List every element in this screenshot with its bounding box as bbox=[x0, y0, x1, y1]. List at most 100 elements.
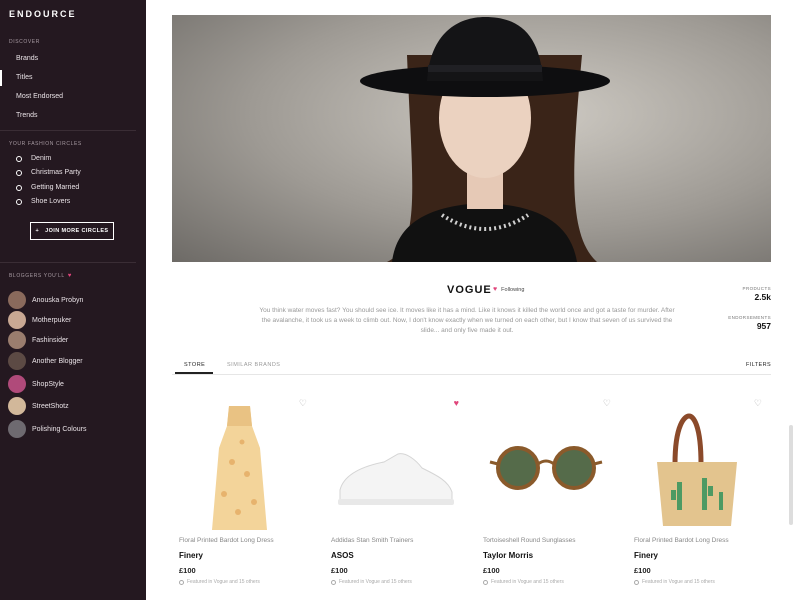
following-toggle[interactable]: ♥ Following bbox=[493, 286, 524, 293]
filters-button[interactable]: FILTERS bbox=[746, 362, 771, 368]
products-value: 2.5k bbox=[754, 292, 771, 302]
featured-note: Featured in Vogue and 15 others bbox=[179, 579, 260, 585]
bloggers-section-title: BLOGGERS YOU'LL ♥ bbox=[9, 273, 72, 279]
featured-text: Featured in Vogue and 15 others bbox=[491, 579, 564, 585]
neck-shape bbox=[467, 173, 503, 209]
blogger-item[interactable]: Another Blogger bbox=[8, 352, 83, 370]
hat-band-shape bbox=[428, 65, 542, 72]
product-price: £100 bbox=[331, 566, 348, 575]
avatar bbox=[8, 420, 26, 438]
bag-body-shape bbox=[657, 462, 737, 526]
blogger-item[interactable]: Motherpuker bbox=[8, 311, 71, 329]
product-card[interactable]: ♡ Floral Printed Bardot Long Dress Finer… bbox=[172, 398, 312, 598]
tabs-divider bbox=[172, 374, 771, 375]
blogger-item[interactable]: StreetShotz bbox=[8, 397, 69, 415]
circle-label: Shoe Lovers bbox=[31, 198, 71, 205]
app-logo[interactable]: ENDOURCE bbox=[9, 9, 77, 19]
nav-item-titles[interactable]: Titles bbox=[16, 74, 32, 81]
avatar bbox=[8, 331, 26, 349]
nav-item-most-endorsed[interactable]: Most Endorsed bbox=[16, 93, 63, 100]
sidebar-divider bbox=[0, 262, 136, 263]
tab-store[interactable]: STORE bbox=[184, 362, 205, 368]
product-price: £100 bbox=[483, 566, 500, 575]
featured-note: Featured in Vogue and 15 others bbox=[483, 579, 564, 585]
circle-item-christmas-party[interactable]: Christmas Party bbox=[16, 169, 81, 176]
products-label: PRODUCTS bbox=[742, 286, 771, 291]
circle-item-getting-married[interactable]: Getting Married bbox=[16, 184, 79, 191]
nav-item-brands[interactable]: Brands bbox=[16, 55, 38, 62]
sidebar-divider bbox=[0, 130, 136, 131]
featured-note: Featured in Vogue and 15 others bbox=[331, 579, 412, 585]
product-brand[interactable]: Taylor Morris bbox=[483, 551, 533, 560]
featured-text: Featured in Vogue and 15 others bbox=[339, 579, 412, 585]
left-lens-shape bbox=[496, 446, 540, 490]
plus-icon: + bbox=[35, 228, 40, 234]
endorsements-value: 957 bbox=[756, 321, 771, 331]
basket-bag-image bbox=[657, 413, 737, 526]
blogger-item[interactable]: Anouska Probyn bbox=[8, 291, 83, 309]
featured-text: Featured in Vogue and 15 others bbox=[642, 579, 715, 585]
heart-icon: ♥ bbox=[493, 286, 498, 293]
product-card[interactable]: ♡ Tortoiseshell Round Sunglasses Taylor … bbox=[476, 398, 616, 598]
circle-icon bbox=[634, 579, 639, 585]
avatar bbox=[8, 352, 26, 370]
product-price: £100 bbox=[634, 566, 651, 575]
join-more-circles-button[interactable]: + JOIN MORE CIRCLES bbox=[30, 222, 114, 240]
endorsements-label: ENDORSEMENTS bbox=[728, 315, 771, 320]
avatar bbox=[8, 311, 26, 329]
circle-icon bbox=[331, 579, 336, 585]
shoe-upper-shape bbox=[339, 453, 453, 503]
nav-item-trends[interactable]: Trends bbox=[16, 112, 38, 119]
circle-item-denim[interactable]: Denim bbox=[16, 155, 51, 162]
product-name[interactable]: Floral Printed Bardot Long Dress bbox=[179, 537, 274, 544]
product-name[interactable]: Tortoiseshell Round Sunglasses bbox=[483, 537, 576, 544]
circle-ring-icon bbox=[16, 155, 22, 162]
heart-icon: ♥ bbox=[67, 273, 72, 279]
avatar bbox=[8, 291, 26, 309]
product-card[interactable]: ♡ Floral Printed Bardot Long Dress Finer… bbox=[627, 398, 767, 598]
bridge-shape bbox=[537, 459, 555, 466]
scrollbar[interactable] bbox=[789, 425, 793, 525]
product-name[interactable]: Floral Printed Bardot Long Dress bbox=[634, 537, 729, 544]
circle-ring-icon bbox=[16, 184, 22, 191]
dress-image bbox=[212, 406, 267, 530]
blogger-name: Motherpuker bbox=[32, 316, 72, 324]
circle-ring-icon bbox=[16, 169, 22, 176]
circles-section-title: YOUR FASHION CIRCLES bbox=[9, 141, 82, 147]
active-nav-indicator bbox=[0, 70, 2, 86]
sunglasses-image bbox=[489, 446, 603, 490]
blogger-item[interactable]: ShopStyle bbox=[8, 375, 64, 393]
bag-handle-shape bbox=[672, 413, 704, 465]
blogger-name: Anouska Probyn bbox=[32, 296, 84, 304]
tab-similar-brands[interactable]: SIMILAR BRANDS bbox=[227, 362, 280, 368]
sidebar: ENDOURCE DISCOVER Brands Titles Most End… bbox=[0, 0, 146, 600]
blogger-name: Another Blogger bbox=[32, 357, 83, 365]
products-stat: PRODUCTS 2.5k bbox=[743, 286, 771, 302]
shoe-sole-shape bbox=[338, 499, 454, 505]
circle-ring-icon bbox=[16, 198, 22, 205]
blogger-item[interactable]: Polishing Colours bbox=[8, 420, 86, 438]
bloggers-title-text: BLOGGERS YOU'LL bbox=[9, 273, 65, 279]
avatar bbox=[8, 397, 26, 415]
brand-description: You think water moves fast? You should s… bbox=[259, 307, 675, 334]
blogger-name: ShopStyle bbox=[32, 380, 64, 388]
product-brand[interactable]: ASOS bbox=[331, 551, 354, 560]
hero-image bbox=[172, 15, 771, 262]
product-name[interactable]: Addidas Stan Smith Trainers bbox=[331, 537, 413, 544]
circle-label: Christmas Party bbox=[31, 169, 81, 176]
featured-text: Featured in Vogue and 15 others bbox=[187, 579, 260, 585]
endorsements-stat: ENDORSEMENTS 957 bbox=[728, 315, 771, 331]
circle-icon bbox=[483, 579, 488, 585]
following-label: Following bbox=[501, 286, 525, 293]
discover-section-title: DISCOVER bbox=[9, 39, 40, 45]
product-card[interactable]: ♥ Addidas Stan Smith Trainers ASOS £100 … bbox=[324, 398, 464, 598]
avatar bbox=[8, 375, 26, 393]
blogger-name: Fashinsider bbox=[32, 336, 69, 344]
product-brand[interactable]: Finery bbox=[634, 551, 658, 560]
product-price: £100 bbox=[179, 566, 196, 575]
trainers-image bbox=[338, 453, 454, 505]
circle-label: Getting Married bbox=[31, 184, 80, 191]
circle-item-shoe-lovers[interactable]: Shoe Lovers bbox=[16, 198, 70, 205]
product-brand[interactable]: Finery bbox=[179, 551, 203, 560]
blogger-item[interactable]: Fashinsider bbox=[8, 331, 68, 349]
